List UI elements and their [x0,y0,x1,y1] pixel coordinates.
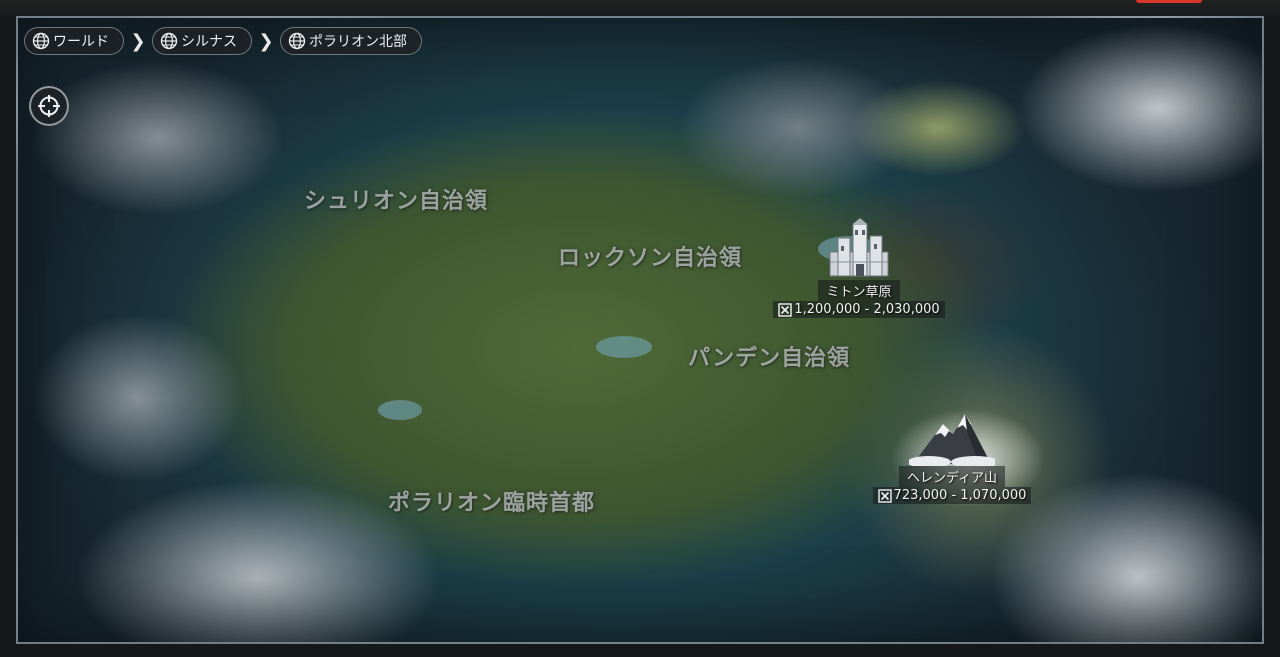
castle-icon [829,218,889,277]
globe-icon [32,32,50,50]
poi-power-range: 723,000 - 1,070,000 [872,487,1032,504]
region-label-polarion-capital[interactable]: ポラリオン臨時首都 [388,485,595,517]
poi-helendia-mountain[interactable]: ヘレンディア山 723,000 - 1,070,000 [866,410,1038,504]
breadcrumb-silnas[interactable]: シルナス [152,27,252,55]
power-icon [877,488,892,503]
breadcrumb: ワールド ❯ シルナス ❯ ポラリオン北部 [24,27,422,55]
world-map[interactable]: シュリオン自治領 ロックソン自治領 パンデン自治領 ポラリオン臨時首都 ミトン草… [16,16,1264,644]
chevron-right-icon: ❯ [130,30,146,52]
chevron-right-icon: ❯ [258,30,274,52]
lake [596,336,652,358]
mountain-icon [909,414,995,466]
poi-mitten-grassland[interactable]: ミトン草原 1,200,000 - 2,030,000 [766,218,952,318]
poi-power-range: 1,200,000 - 2,030,000 [773,301,945,318]
crosshair-icon [38,95,60,117]
breadcrumb-label: ワールド [53,34,109,50]
region-label-shurion[interactable]: シュリオン自治領 [304,183,488,215]
map-vignette [18,18,1262,642]
locate-button[interactable] [29,86,69,126]
globe-icon [288,32,306,50]
alert-indicator [1136,0,1202,3]
breadcrumb-label: シルナス [181,34,237,50]
globe-icon [160,32,178,50]
poi-range-value: 723,000 - 1,070,000 [893,488,1027,503]
breadcrumb-world[interactable]: ワールド [24,27,124,55]
power-icon [778,302,793,317]
region-label-rockson[interactable]: ロックソン自治領 [558,240,742,272]
breadcrumb-label: ポラリオン北部 [309,34,407,50]
poi-range-value: 1,200,000 - 2,030,000 [794,302,940,317]
region-label-panden[interactable]: パンデン自治領 [688,340,850,372]
breadcrumb-north-polarion[interactable]: ポラリオン北部 [280,27,422,55]
top-bar [0,0,1280,16]
lake [378,400,422,420]
poi-name: ミトン草原 [818,280,900,301]
poi-name: ヘレンディア山 [898,466,1006,487]
